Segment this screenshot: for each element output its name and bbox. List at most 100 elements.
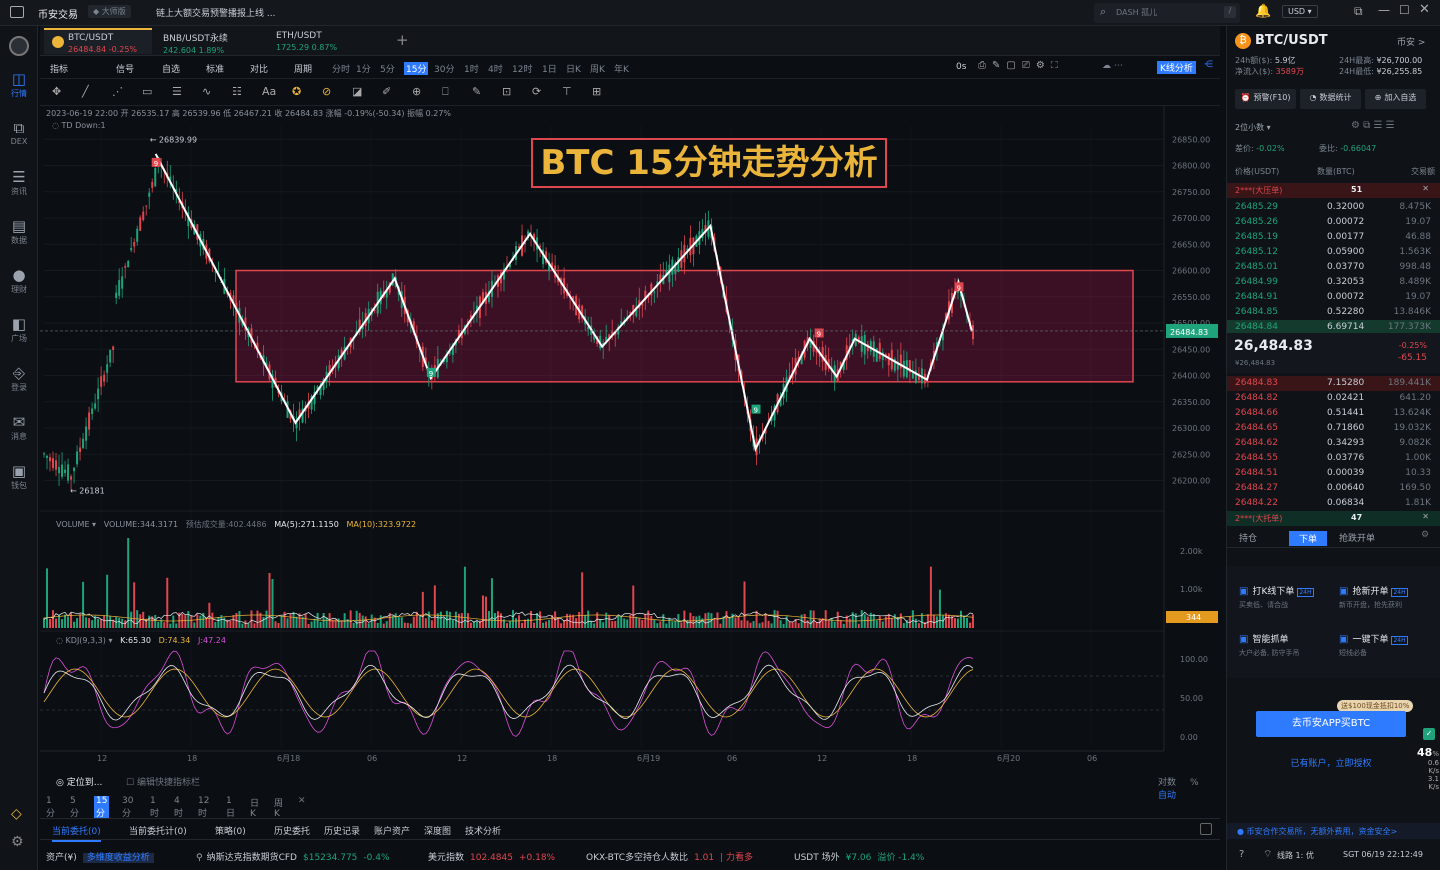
toolbar-period[interactable]: 周期 xyxy=(294,62,312,75)
cursor-icon[interactable]: ✥ xyxy=(52,85,61,98)
fib-icon[interactable]: ☰ xyxy=(172,85,182,98)
kline-analysis-button[interactable]: K线分析 xyxy=(1157,61,1196,74)
grid-icon[interactable]: ☷ xyxy=(232,85,242,98)
timeframe-2[interactable]: 5分 xyxy=(380,62,395,75)
timeframe-3[interactable]: 15分 xyxy=(404,62,429,75)
feature-card[interactable]: ▣ 抢新开单 24H 新币开盘，抢先获利 xyxy=(1339,584,1435,610)
right-button-1[interactable]: ◔ 数据统计 xyxy=(1300,89,1361,109)
bid-row[interactable]: 26484.55 0.03776 1.00K xyxy=(1227,451,1440,466)
order-tab-6[interactable]: 深度图 xyxy=(424,824,451,837)
currency-select[interactable]: USD ▾ xyxy=(1282,5,1318,18)
order-panel-tab-2[interactable]: 抢跌开单 xyxy=(1339,531,1375,544)
ticker-item[interactable]: 资产(¥) 多维度收益分析 xyxy=(46,850,154,863)
sidebar-item-login[interactable]: ⎆ 登录 xyxy=(0,364,38,393)
order-tab-3[interactable]: 历史委托 xyxy=(274,824,310,837)
ticker-item[interactable]: USDT 场外 ¥7.06 溢价 -1.4% xyxy=(794,850,924,863)
feature-card[interactable]: ▣ 打K线下单 24H 买卖低、请合战 xyxy=(1239,584,1335,610)
right-button-2[interactable]: ⊕ 加入自选 xyxy=(1365,89,1426,109)
toolbar-signals[interactable]: 信号 xyxy=(116,62,134,75)
exchange-link[interactable]: 币安 > xyxy=(1397,35,1425,48)
tab-ethusdt[interactable]: ETH/USDT 1725.29 0.87% xyxy=(268,28,376,54)
order-panel-tab-0[interactable]: 持仓 xyxy=(1239,531,1257,544)
chart-area[interactable]: 2023-06-19 22:00 开 26535.17 高 26539.96 低… xyxy=(40,106,1220,768)
maximize-icon[interactable]: ☐ xyxy=(1399,3,1410,17)
ray-icon[interactable]: ⋰ xyxy=(112,85,123,98)
scale-link-0[interactable]: 对数 xyxy=(1158,778,1176,788)
wave-icon[interactable]: ∿ xyxy=(202,85,211,98)
tab-bnbusdt[interactable]: BNB/USDT永续 242.604 1.89% xyxy=(155,28,263,55)
ask-row[interactable]: 26485.26 0.00072 19.07 xyxy=(1227,215,1440,230)
layout-icon[interactable]: ⧉ xyxy=(1354,4,1363,19)
timeframe-10[interactable]: 周K xyxy=(590,62,605,75)
ask-row[interactable]: 26485.19 0.00177 46.88 xyxy=(1227,230,1440,245)
feature-card[interactable]: ▣ 智能抓单 大户必备, 防守手吊 xyxy=(1239,632,1335,658)
bid-row[interactable]: 26484.51 0.00039 10.33 xyxy=(1227,466,1440,481)
ask-row[interactable]: 26484.85 0.52280 13.846K xyxy=(1227,305,1440,320)
chart-canvas[interactable]: 26850.00 26800.00 26750.00 26700.00 26650.00… xyxy=(40,106,1220,768)
order-tab-5[interactable]: 账户资产 xyxy=(374,824,410,837)
period-6[interactable]: 4时 xyxy=(174,796,183,819)
timeframe-1[interactable]: 1分 xyxy=(356,62,371,75)
settings-icon[interactable]: ⚙ ⧉ ☰ ☰ xyxy=(1351,120,1395,131)
help-icon[interactable]: ? xyxy=(1239,849,1244,860)
ask-row[interactable]: 26485.29 0.32000 8.475K xyxy=(1227,200,1440,215)
sidebar-item-square[interactable]: ◧ 广场 xyxy=(0,315,38,344)
security-note[interactable]: ● 币安合作交易所，无额外费用，资金安全> xyxy=(1227,823,1440,839)
edit-hint[interactable]: ☐ 编辑快捷指标栏 xyxy=(126,775,200,788)
magnet-icon[interactable]: ⊕ xyxy=(412,85,421,98)
right-button-0[interactable]: ⏰ 预警(F10) xyxy=(1235,89,1296,109)
bid-row[interactable]: 26484.83 7.15280 189.441K xyxy=(1227,376,1440,391)
sidebar-item-message[interactable]: ✉ 消息 xyxy=(0,413,38,442)
ticker-item[interactable]: 美元指数 102.4845 +0.18% xyxy=(428,850,555,863)
sidebar-item-wallet[interactable]: ▣ 钱包 xyxy=(0,462,38,491)
lock-icon[interactable]: ⎕ xyxy=(442,85,449,99)
bid-row[interactable]: 26484.62 0.34293 9.082K xyxy=(1227,436,1440,451)
timeframe-0[interactable]: 分时 xyxy=(332,62,350,75)
period-7[interactable]: 12时 xyxy=(198,796,209,819)
ticker-item[interactable]: ⚲ 纳斯达克指数期货CFD $15234.775 -0.4% xyxy=(196,850,390,863)
ticker-item[interactable]: OKX-BTC多空持仓人数比 1.01 | 力看多 xyxy=(586,850,753,863)
period-4[interactable]: 30分 xyxy=(122,796,133,819)
order-tab-0[interactable]: 当前委托(0) xyxy=(52,824,101,842)
sidebar-item-dex[interactable]: ⧉ DEX xyxy=(0,119,38,146)
sidebar-item-data[interactable]: ▤ 数据 xyxy=(0,217,38,246)
toolbar-compare[interactable]: 对比 xyxy=(250,62,268,75)
locate-button[interactable]: ◎ 定位到... xyxy=(56,775,102,788)
period-2[interactable]: 5分 xyxy=(70,796,79,819)
settings-icon[interactable]: ⚙ xyxy=(11,834,24,850)
brush-icon[interactable]: ✪ xyxy=(292,85,301,98)
toolbar-standard[interactable]: 标准 xyxy=(206,62,224,75)
tab-btcusdt[interactable]: BTC/USDT 26484.84 -0.25% xyxy=(44,28,152,54)
ask-row[interactable]: 26485.12 0.05900 1.563K xyxy=(1227,245,1440,260)
sidebar-item-news[interactable]: ☰ 资讯 xyxy=(0,168,38,197)
line-status[interactable]: 线路 1: 优 xyxy=(1277,850,1314,861)
timeframe-8[interactable]: 1日 xyxy=(542,62,557,75)
undo-icon[interactable]: ⟳ xyxy=(532,85,541,98)
close-icon[interactable]: ✕ xyxy=(298,796,306,806)
period-8[interactable]: 1日 xyxy=(226,796,235,819)
diamond-icon[interactable]: ◇ xyxy=(11,806,22,822)
checkbox-icon[interactable] xyxy=(1200,823,1212,835)
buy-btc-button[interactable]: 去币安APP买BTC xyxy=(1256,711,1406,737)
bid-row[interactable]: 26484.66 0.51441 13.624K xyxy=(1227,406,1440,421)
tree-icon[interactable]: ⊤ xyxy=(562,85,572,98)
toolbar-icons[interactable]: ⎙✎▢⎚⚙⛶ xyxy=(978,60,1064,71)
search-input[interactable]: ⌕ DASH 孤儿 / xyxy=(1094,3,1240,23)
menu-icon[interactable] xyxy=(10,6,24,18)
add-tab-icon[interactable]: + xyxy=(396,31,409,49)
sidebar-item-finance[interactable]: ● 理财 xyxy=(0,266,38,295)
minimize-icon[interactable]: — xyxy=(1378,3,1390,17)
toolbar-indicators[interactable]: 指标 xyxy=(50,62,68,75)
erase-icon[interactable]: ⊘ xyxy=(322,85,331,98)
order-tab-1[interactable]: 当前委托计(0) xyxy=(129,824,187,837)
period-1[interactable]: 1分 xyxy=(46,796,55,819)
scale-link-2[interactable]: 自动 xyxy=(1158,791,1176,801)
timeframe-9[interactable]: 日K xyxy=(566,62,581,75)
pencil-icon[interactable]: ✐ xyxy=(382,85,391,98)
period-10[interactable]: 周K xyxy=(274,796,283,819)
period-5[interactable]: 1时 xyxy=(150,796,159,819)
timeframe-4[interactable]: 30分 xyxy=(434,62,454,75)
notice-text[interactable]: 链上大额交易预警播报上线 ... xyxy=(156,6,275,19)
clear-icon[interactable]: ⊡ xyxy=(502,85,511,98)
toolbar-watchlist[interactable]: 自选 xyxy=(162,62,180,75)
